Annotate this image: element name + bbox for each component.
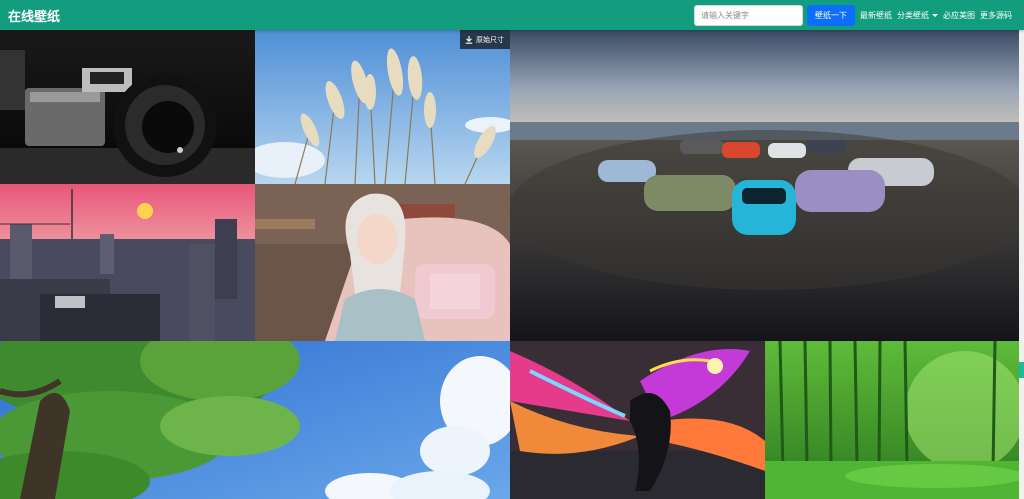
city-sunset-image — [0, 184, 255, 341]
wallpaper-tile-pampas-grass[interactable]: 原始尺寸 — [255, 30, 510, 184]
wallpaper-tile-city-sunset[interactable] — [0, 184, 255, 341]
caret-down-icon — [932, 13, 938, 17]
wallpaper-tile-camera[interactable] — [0, 30, 255, 184]
search-button[interactable]: 壁纸一下 — [807, 4, 855, 26]
wallpaper-tile-anime-girl[interactable] — [255, 184, 510, 341]
nav-link-more-source[interactable]: 更多源码 — [980, 10, 1012, 21]
nav-link-label: 必应美图 — [943, 10, 975, 20]
scrollbar-thumb[interactable] — [1019, 362, 1024, 378]
wallpaper-tile-bamboo[interactable] — [765, 341, 1019, 499]
cars-beach-image — [510, 30, 1019, 341]
anime-girl-image — [255, 184, 510, 341]
nav-link-label: 更多源码 — [980, 10, 1012, 20]
nav-link-label: 最新壁纸 — [860, 10, 892, 20]
nav-link-label: 分类壁纸 — [897, 10, 929, 20]
abstract-dragon-image — [510, 341, 765, 499]
scrollbar-track[interactable] — [1019, 30, 1024, 499]
search-input[interactable] — [694, 4, 803, 26]
wallpaper-tile-tree-sky[interactable] — [0, 341, 510, 499]
pampas-grass-image — [255, 30, 510, 184]
site-brand[interactable]: 在线壁纸 — [8, 6, 60, 25]
download-original-size-button[interactable]: 原始尺寸 — [460, 30, 510, 49]
tree-sky-image — [0, 341, 510, 499]
bamboo-forest-image — [765, 341, 1019, 499]
download-icon — [465, 35, 473, 44]
nav-link-bing[interactable]: 必应美图 — [943, 10, 975, 21]
navbar: 在线壁纸 壁纸一下 最新壁纸 分类壁纸 必应美图 更多源码 — [0, 0, 1024, 30]
nav-link-latest[interactable]: 最新壁纸 — [860, 10, 892, 21]
nav-link-category-dropdown[interactable]: 分类壁纸 — [897, 10, 938, 21]
download-label: 原始尺寸 — [476, 35, 504, 44]
nav-right: 壁纸一下 最新壁纸 分类壁纸 必应美图 更多源码 — [694, 4, 1012, 26]
camera-image — [0, 30, 255, 184]
wallpaper-tile-abstract-dragon[interactable] — [510, 341, 765, 499]
wallpaper-tile-cars-beach[interactable] — [510, 30, 1019, 341]
